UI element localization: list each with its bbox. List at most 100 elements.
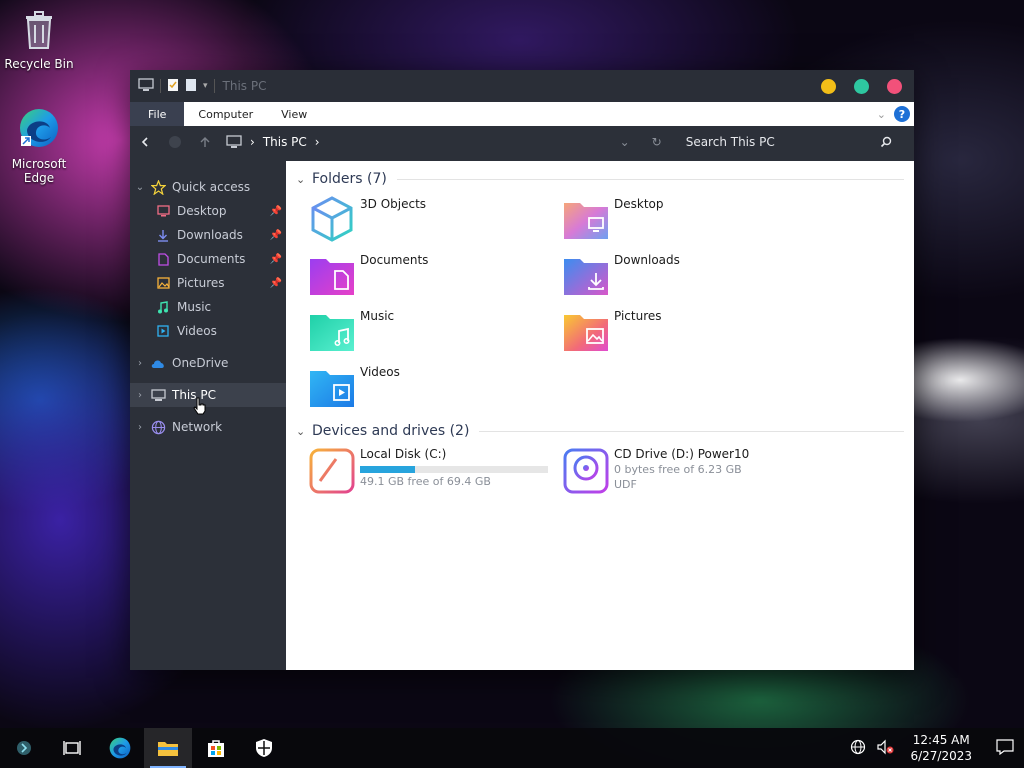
folder-label: Desktop	[614, 197, 664, 211]
folder-videos[interactable]: Videos	[308, 363, 562, 411]
nav-network[interactable]: › Network	[130, 415, 286, 439]
nav-pictures[interactable]: Pictures 📌	[130, 271, 286, 295]
nav-downloads[interactable]: Downloads 📌	[130, 223, 286, 247]
chevron-down-icon[interactable]: ⌄	[296, 173, 312, 186]
desktop-icon-edge[interactable]: Microsoft Edge	[4, 106, 74, 185]
tab-file[interactable]: File	[130, 102, 185, 126]
nav-desktop[interactable]: Desktop 📌	[130, 199, 286, 223]
back-button[interactable]	[130, 137, 160, 147]
maximize-button[interactable]	[854, 78, 869, 94]
store-taskbar-button[interactable]	[192, 728, 240, 768]
drive-d[interactable]: CD Drive (D:) Power10 0 bytes free of 6.…	[562, 447, 816, 499]
drive-usage-fill	[360, 466, 415, 473]
group-divider	[479, 430, 904, 432]
chevron-right-icon[interactable]: ›	[130, 358, 150, 369]
folder-label: Music	[360, 309, 395, 323]
notifications-icon[interactable]	[996, 738, 1014, 758]
address-history-icon[interactable]: ⌄	[620, 135, 630, 149]
search-box[interactable]: Search This PC	[686, 135, 906, 149]
help-button[interactable]: ?	[894, 106, 910, 122]
drive-filesystem: UDF	[614, 478, 637, 491]
folder-music[interactable]: Music	[308, 307, 562, 355]
chevron-right-icon[interactable]: ›	[130, 422, 150, 433]
folder-label: Downloads	[614, 253, 680, 267]
expand-ribbon-icon[interactable]: ⌄	[877, 108, 886, 121]
chevron-down-icon[interactable]: ▾	[203, 81, 208, 91]
nav-onedrive[interactable]: › OneDrive	[130, 351, 286, 375]
network-globe-icon[interactable]	[850, 739, 866, 758]
pin-icon[interactable]: 📌	[270, 230, 282, 241]
content-pane: ⌄ Folders (7) 3D Objects Desktop Documen…	[286, 161, 914, 670]
breadcrumb-location[interactable]: This PC	[263, 135, 307, 149]
folder-pictures[interactable]: Pictures	[562, 307, 816, 355]
chevron-down-icon[interactable]: ⌄	[296, 425, 312, 438]
navigation-pane: ⌄ Quick access Desktop 📌 Downloads 📌 Doc…	[130, 161, 286, 670]
videos-icon	[155, 323, 171, 339]
nav-label: Network	[172, 420, 223, 434]
start-button[interactable]	[0, 728, 48, 768]
arrow-left-icon	[141, 137, 148, 147]
nav-videos[interactable]: Videos	[130, 319, 286, 343]
folders-group-header[interactable]: ⌄ Folders (7)	[296, 167, 904, 191]
properties-icon[interactable]	[167, 78, 179, 95]
security-shield-icon	[256, 739, 272, 757]
folder-desktop[interactable]: Desktop	[562, 195, 816, 243]
folder-downloads[interactable]: Downloads	[562, 251, 816, 299]
desktop-icon-recycle-bin[interactable]: Recycle Bin	[4, 10, 74, 71]
recycle-bin-icon	[4, 10, 74, 53]
folder-documents[interactable]: Documents	[308, 251, 562, 299]
tab-computer[interactable]: Computer	[184, 102, 267, 126]
taskbar-clock[interactable]: 12:45 AM 6/27/2023	[904, 732, 978, 764]
nav-label: Downloads	[177, 228, 243, 242]
clock-time: 12:45 AM	[912, 733, 970, 747]
file-explorer-taskbar-button[interactable]	[144, 728, 192, 768]
minimize-button[interactable]	[821, 78, 836, 94]
nav-quick-access[interactable]: ⌄ Quick access	[130, 175, 286, 199]
music-icon	[155, 299, 171, 315]
refresh-icon[interactable]: ↻	[652, 135, 662, 149]
toolbar-divider	[160, 79, 161, 93]
task-view-button[interactable]	[48, 728, 96, 768]
start-icon	[17, 741, 31, 755]
chevron-right-icon[interactable]: ›	[130, 390, 150, 401]
desktop-icon-label: Recycle Bin	[4, 57, 74, 71]
chevron-down-icon[interactable]: ⌄	[130, 182, 150, 193]
close-button[interactable]	[887, 78, 902, 94]
drive-label: CD Drive (D:) Power10	[614, 447, 750, 461]
nav-label: Quick access	[172, 180, 251, 194]
videos-folder-icon	[310, 371, 354, 407]
folder-3d-objects[interactable]: 3D Objects	[308, 195, 562, 243]
cloud-icon	[150, 355, 166, 371]
clock-date: 6/27/2023	[910, 749, 972, 763]
volume-muted-icon[interactable]	[876, 739, 894, 758]
drive-c[interactable]: Local Disk (C:) 49.1 GB free of 69.4 GB	[308, 447, 562, 499]
pin-icon[interactable]: 📌	[270, 278, 282, 289]
downloads-folder-icon	[564, 259, 608, 295]
pin-icon[interactable]: 📌	[270, 254, 282, 265]
security-taskbar-button[interactable]	[240, 728, 288, 768]
drive-free-space: 49.1 GB free of 69.4 GB	[360, 475, 491, 488]
up-button[interactable]	[190, 136, 220, 148]
forward-button[interactable]	[160, 135, 190, 149]
cd-drive-icon	[563, 448, 609, 494]
new-folder-icon[interactable]	[185, 78, 197, 95]
pictures-folder-icon	[564, 315, 608, 351]
nav-this-pc[interactable]: › This PC	[130, 383, 286, 407]
drive-label: Local Disk (C:)	[360, 447, 447, 461]
edge-taskbar-button[interactable]	[96, 728, 144, 768]
ribbon-tabs: File Computer View ⌄ ?	[130, 102, 914, 126]
nav-label: Pictures	[177, 276, 225, 290]
documents-folder-icon	[310, 259, 354, 295]
devices-group-header[interactable]: ⌄ Devices and drives (2)	[296, 419, 904, 443]
group-divider	[396, 178, 904, 180]
drive-usage-bar	[360, 466, 548, 473]
group-title: Folders (7)	[312, 171, 387, 187]
nav-music[interactable]: Music	[130, 295, 286, 319]
tab-view[interactable]: View	[267, 102, 321, 126]
breadcrumb[interactable]: › This PC ›	[226, 135, 320, 149]
pin-icon[interactable]: 📌	[270, 206, 282, 217]
system-tray: 12:45 AM 6/27/2023	[850, 732, 1024, 764]
folder-label: Documents	[360, 253, 429, 267]
nav-documents[interactable]: Documents 📌	[130, 247, 286, 271]
chevron-right-icon: ›	[314, 135, 320, 149]
